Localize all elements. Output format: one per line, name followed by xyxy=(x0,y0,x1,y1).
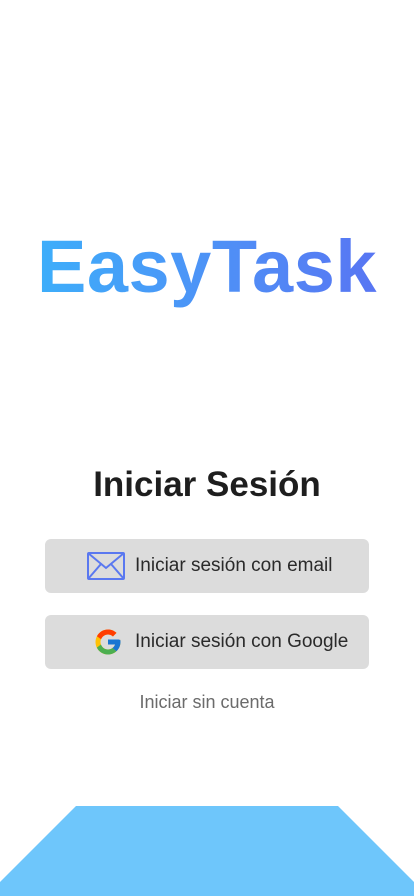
google-login-button[interactable]: Iniciar sesión con Google xyxy=(45,615,369,669)
login-screen: EasyTask Iniciar Sesión Iniciar sesión c… xyxy=(0,0,414,896)
envelope-icon xyxy=(87,551,125,581)
bottom-decoration xyxy=(0,806,414,896)
google-icon xyxy=(93,627,123,657)
google-login-label: Iniciar sesión con Google xyxy=(135,631,349,652)
email-login-button[interactable]: Iniciar sesión con email xyxy=(45,539,369,593)
page-title: Iniciar Sesión xyxy=(93,465,321,504)
email-login-label: Iniciar sesión con email xyxy=(135,555,333,576)
guest-login-link[interactable]: Iniciar sin cuenta xyxy=(0,688,414,716)
app-logo: EasyTask xyxy=(0,222,414,312)
